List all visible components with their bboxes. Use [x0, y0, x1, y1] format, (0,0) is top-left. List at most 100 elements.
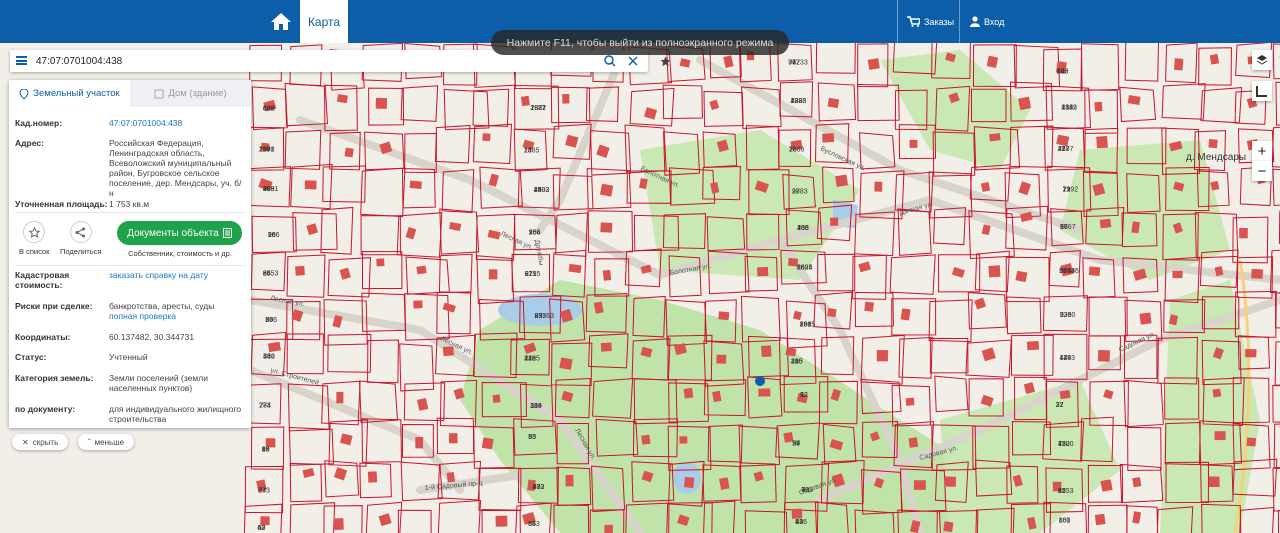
less-button[interactable]: ˆ меньше [78, 434, 135, 450]
add-to-list-button[interactable]: В список [19, 221, 49, 256]
building-footprint [1026, 340, 1040, 351]
risk-label: Риски при сделке: [15, 301, 93, 311]
parcel-number: 1253 [1058, 488, 1074, 495]
share-icon [75, 227, 86, 237]
parcel-number: 27 [265, 317, 273, 324]
building-footprint [827, 97, 840, 109]
parcel-number: 101 [1059, 517, 1071, 524]
building-footprint [864, 301, 874, 312]
building-footprint [1246, 437, 1257, 447]
address-row: Адрес: Российская Федерация, Ленинградска… [15, 138, 245, 198]
building-footprint [1139, 312, 1152, 325]
clear-icon[interactable] [625, 53, 641, 69]
parcel-number: 47 [1059, 355, 1067, 362]
parcel-number: 2889 [1061, 105, 1077, 112]
building-footprint [559, 357, 573, 370]
parcel-number: 2886 [789, 146, 805, 153]
tab-land-plot[interactable]: Земельный участок [9, 80, 130, 107]
documents-button[interactable]: Документы объекта [117, 221, 242, 245]
home-button[interactable] [268, 9, 294, 33]
address-label: Адрес: [15, 138, 44, 148]
building-footprint [344, 147, 354, 158]
building-footprint [600, 222, 613, 233]
building-footprint [1208, 476, 1220, 488]
building-footprint [1096, 135, 1108, 149]
tab-building-label: Дом (здание) [168, 88, 227, 99]
tab-land-plot-label: Земельный участок [33, 88, 120, 99]
coord-value: 60.137482, 30.344731 [109, 332, 195, 342]
area-row: Уточненная площадь: 1 753 кв.м [15, 199, 245, 209]
parcel-number: 33 [528, 434, 536, 441]
building-footprint [876, 350, 888, 362]
tab-map[interactable]: Карта [300, 0, 348, 43]
location-marker [755, 376, 765, 386]
orders-button[interactable]: Заказы [907, 0, 954, 43]
parcel-number: 2453 [263, 270, 279, 277]
building-footprint [757, 266, 769, 277]
doc-use-row: по документу: для индивидуального жилищно… [15, 404, 245, 424]
zoom-in-button[interactable]: + [1252, 141, 1272, 161]
parcel-number: 265 [797, 225, 809, 232]
building-footprint [758, 388, 771, 397]
tab-building[interactable]: Дом (здание) [130, 80, 251, 107]
parcel-number: 77 [259, 402, 267, 409]
parcel-number: 1825 [797, 264, 813, 271]
full-check-link[interactable]: полная проверка [109, 311, 176, 321]
orders-label: Заказы [924, 16, 955, 27]
pin-icon [19, 88, 29, 99]
building-footprint [1131, 221, 1140, 234]
close-icon: ✕ [22, 437, 29, 447]
hide-panel-button[interactable]: ✕ скрыть [12, 434, 69, 450]
building-footprint [1251, 268, 1264, 279]
info-panel: Земельный участок Дом (здание) Кад.номер… [9, 80, 251, 428]
building-footprint [683, 387, 694, 399]
search-icon[interactable] [602, 53, 618, 69]
parcel-number: 242 [524, 355, 536, 362]
building-footprint [336, 391, 344, 404]
building-footprint [867, 58, 880, 70]
building-footprint [716, 354, 727, 364]
parcel-number: 8 [258, 488, 262, 495]
address-value: Российская Федерация, Ленинградская обла… [109, 138, 242, 198]
building-footprint [488, 269, 498, 280]
area-label: Уточненная площадь: [15, 199, 108, 209]
building-footprint [415, 437, 424, 449]
parcel-number: 405 [1057, 68, 1069, 75]
building-footprint [1094, 101, 1103, 112]
building-footprint [874, 181, 883, 192]
hide-label: скрыть [32, 437, 59, 447]
parcel-number: 330 [263, 354, 275, 361]
building-footprint [943, 521, 954, 533]
building-footprint [641, 434, 651, 445]
menu-icon[interactable] [16, 56, 27, 65]
zoom-out-button[interactable]: − [1252, 161, 1272, 181]
cost-link[interactable]: заказать справку на дату [109, 270, 245, 290]
building-footprint [495, 515, 508, 527]
building-footprint [1212, 388, 1222, 398]
measure-button[interactable] [1252, 81, 1272, 101]
building-footprint [1094, 513, 1106, 526]
divider [897, 0, 898, 43]
status-row: Статус: Учтенный [15, 352, 245, 362]
share-label: Поделиться [60, 247, 102, 256]
building-footprint [1097, 349, 1111, 362]
layers-button[interactable] [1252, 50, 1272, 70]
panel-actions: В список Поделиться Документы объекта Со… [9, 215, 251, 263]
building-footprint [446, 471, 455, 483]
building-footprint [336, 94, 348, 104]
parcel-number: 2888 [791, 98, 807, 105]
parcel-number: 2882 [530, 105, 546, 112]
add-to-list-label: В список [19, 247, 50, 256]
parcel-number: 9 [800, 392, 804, 399]
share-button[interactable]: Поделиться [60, 221, 101, 256]
parcel-number: 25 [535, 313, 543, 320]
login-button[interactable]: Вход [970, 0, 1004, 43]
parcel-number: 1767 [1060, 224, 1076, 231]
doc-use-value: для индивидуального жилищного строительс… [109, 404, 242, 424]
cad-value[interactable]: 47:07:0701004:438 [109, 118, 245, 128]
building-footprint [988, 265, 1001, 278]
divider [15, 212, 245, 213]
risk-row: Риски при сделке: банкротства, аресты, су… [15, 301, 245, 321]
building-footprint [568, 263, 582, 274]
parcel-number: 436 [795, 519, 807, 526]
